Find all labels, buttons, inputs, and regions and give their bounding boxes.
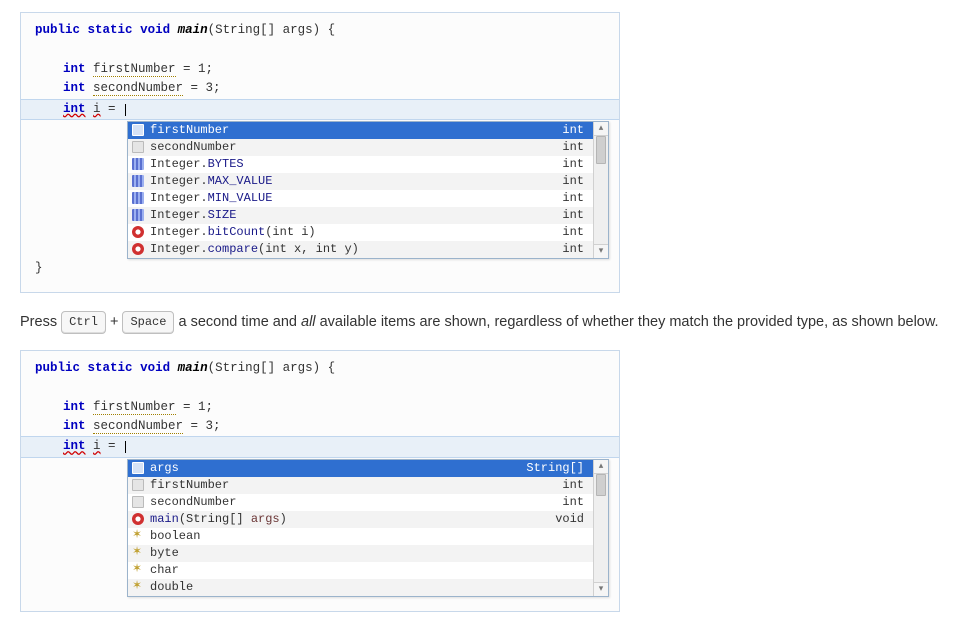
autocomplete-type: int [562, 240, 587, 259]
autocomplete-type: int [562, 206, 587, 225]
autocomplete-item[interactable]: firstNumber int [128, 122, 593, 139]
text-caret [125, 104, 126, 116]
scroll-thumb[interactable] [596, 136, 606, 164]
autocomplete-item[interactable]: main(String[] args) void [128, 511, 593, 528]
scroll-up-button[interactable]: ▴ [594, 122, 608, 136]
type-icon [132, 547, 144, 559]
field-icon [132, 124, 144, 136]
scrollbar[interactable]: ▴ ▾ [593, 460, 608, 596]
autocomplete-item[interactable]: Integer.compare(int x, int y) int [128, 241, 593, 258]
autocomplete-label: Integer.MIN_VALUE [150, 189, 556, 208]
autocomplete-item[interactable]: secondNumber int [128, 139, 593, 156]
method-icon [132, 243, 144, 255]
autocomplete-type: String[] [526, 459, 587, 478]
code-line-var1: int firstNumber = 1; [35, 60, 605, 79]
field-icon [132, 141, 144, 153]
code-line-blank [35, 378, 605, 397]
method-icon [132, 226, 144, 238]
autocomplete-type: int [562, 138, 587, 157]
autocomplete-label: char [150, 561, 578, 580]
kbd-ctrl: Ctrl [61, 311, 106, 334]
scroll-down-button[interactable]: ▾ [594, 244, 608, 258]
const-icon [132, 175, 144, 187]
const-icon [132, 158, 144, 170]
autocomplete-item[interactable]: Integer.SIZE int [128, 207, 593, 224]
autocomplete-type: void [555, 510, 587, 529]
code-editor-2: public static void main(String[] args) {… [20, 350, 620, 612]
autocomplete-type: int [562, 155, 587, 174]
autocomplete-item[interactable]: secondNumber int [128, 494, 593, 511]
field-icon [132, 462, 144, 474]
scroll-thumb[interactable] [596, 474, 606, 496]
scrollbar[interactable]: ▴ ▾ [593, 122, 608, 258]
autocomplete-list[interactable]: args String[]firstNumber int secondNumber in… [128, 460, 593, 596]
code-editor-1: public static void main(String[] args) {… [20, 12, 620, 293]
field-icon [132, 479, 144, 491]
autocomplete-item[interactable]: Integer.MAX_VALUE int [128, 173, 593, 190]
autocomplete-label: double [150, 578, 578, 597]
autocomplete-item[interactable]: firstNumber int [128, 477, 593, 494]
type-icon [132, 581, 144, 593]
autocomplete-label: main(String[] args) [150, 510, 549, 529]
kbd-space: Space [122, 311, 174, 334]
autocomplete-label: secondNumber [150, 493, 556, 512]
code-line-cursor[interactable]: int i = [21, 436, 619, 457]
autocomplete-label: firstNumber [150, 476, 556, 495]
code-line-var2: int secondNumber = 3; [35, 79, 605, 98]
scroll-down-button[interactable]: ▾ [594, 582, 608, 596]
instruction-text: Press Ctrl + Space a second time and all… [20, 311, 954, 334]
autocomplete-type: int [562, 121, 587, 140]
autocomplete-label: args [150, 459, 520, 478]
code-line-close: } [35, 259, 605, 278]
autocomplete-item[interactable]: double [128, 579, 593, 596]
autocomplete-label: Integer.bitCount(int i) [150, 223, 556, 242]
autocomplete-label: byte [150, 544, 578, 563]
autocomplete-label: Integer.SIZE [150, 206, 556, 225]
code-line-signature: public static void main(String[] args) { [35, 359, 605, 378]
autocomplete-item[interactable]: byte [128, 545, 593, 562]
const-icon [132, 209, 144, 221]
scroll-up-button[interactable]: ▴ [594, 460, 608, 474]
autocomplete-list[interactable]: firstNumberintsecondNumberintInteger.BYT… [128, 122, 593, 258]
autocomplete-item[interactable]: char [128, 562, 593, 579]
autocomplete-label: secondNumber [150, 138, 556, 157]
text-caret [125, 441, 126, 453]
autocomplete-popup-2[interactable]: args String[]firstNumber int secondNumber in… [127, 459, 609, 597]
code-line-cursor[interactable]: int i = [21, 99, 619, 120]
autocomplete-type: int [562, 189, 587, 208]
code-line-var1: int firstNumber = 1; [35, 398, 605, 417]
autocomplete-type: int [562, 476, 587, 495]
type-icon [132, 530, 144, 542]
autocomplete-item[interactable]: boolean [128, 528, 593, 545]
method-icon [132, 513, 144, 525]
field-icon [132, 496, 144, 508]
autocomplete-label: Integer.BYTES [150, 155, 556, 174]
type-icon [132, 564, 144, 576]
code-line-blank [35, 40, 605, 59]
autocomplete-type: int [562, 172, 587, 191]
autocomplete-item[interactable]: Integer.bitCount(int i) int [128, 224, 593, 241]
code-line-signature: public static void main(String[] args) { [35, 21, 605, 40]
const-icon [132, 192, 144, 204]
autocomplete-type: int [562, 493, 587, 512]
autocomplete-label: firstNumber [150, 121, 556, 140]
autocomplete-popup-1[interactable]: firstNumberintsecondNumberintInteger.BYT… [127, 121, 609, 259]
autocomplete-item[interactable]: args String[] [128, 460, 593, 477]
autocomplete-item[interactable]: Integer.MIN_VALUE int [128, 190, 593, 207]
autocomplete-label: Integer.compare(int x, int y) [150, 240, 556, 259]
autocomplete-label: Integer.MAX_VALUE [150, 172, 556, 191]
autocomplete-item[interactable]: Integer.BYTES int [128, 156, 593, 173]
autocomplete-label: boolean [150, 527, 578, 546]
code-line-var2: int secondNumber = 3; [35, 417, 605, 436]
autocomplete-type: int [562, 223, 587, 242]
